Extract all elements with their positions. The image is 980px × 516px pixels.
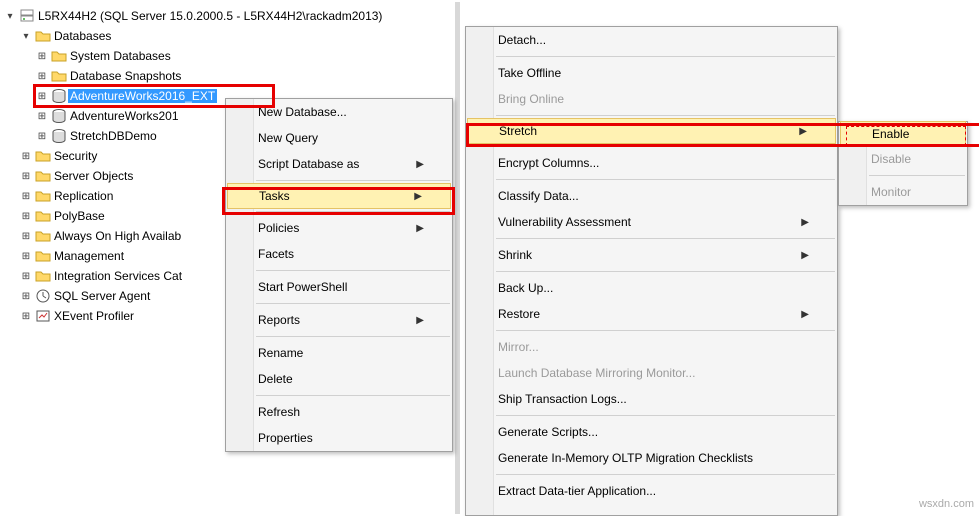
menu-separator (496, 474, 835, 475)
expand-icon[interactable]: ⊞ (18, 308, 34, 324)
menu-new-database[interactable]: New Database... (226, 99, 452, 125)
expand-icon[interactable]: ⊞ (34, 88, 50, 104)
menu-restore[interactable]: Restore▶ (466, 301, 837, 327)
menu-ship-transaction-logs[interactable]: Ship Transaction Logs... (466, 386, 837, 412)
menu-separator (869, 175, 965, 176)
menu-separator (256, 270, 450, 271)
folder-icon (50, 48, 68, 64)
submenu-arrow-icon: ▶ (801, 250, 809, 261)
folder-icon (50, 68, 68, 84)
folder-icon (34, 208, 52, 224)
submenu-arrow-icon: ▶ (799, 126, 807, 137)
submenu-arrow-icon: ▶ (414, 191, 422, 202)
folder-icon (34, 268, 52, 284)
menu-encrypt-columns[interactable]: Encrypt Columns... (466, 150, 837, 176)
menu-separator (256, 211, 450, 212)
menu-separator (496, 330, 835, 331)
menu-refresh[interactable]: Refresh (226, 399, 452, 425)
tasks-submenu: Detach... Take Offline Bring Online Stre… (465, 26, 838, 516)
menu-separator (256, 395, 450, 396)
selected-database-label: AdventureWorks2016_EXT (68, 89, 217, 103)
menu-generate-oltp-checklists[interactable]: Generate In-Memory OLTP Migration Checkl… (466, 445, 837, 471)
folder-icon (34, 28, 52, 44)
server-icon (18, 8, 36, 24)
expand-icon[interactable]: ⊞ (18, 228, 34, 244)
menu-separator (496, 415, 835, 416)
menu-reports[interactable]: Reports▶ (226, 307, 452, 333)
menu-separator (256, 180, 450, 181)
menu-bring-online: Bring Online (466, 86, 837, 112)
menu-properties[interactable]: Properties (226, 425, 452, 451)
folder-icon (34, 228, 52, 244)
database-context-menu: New Database... New Query Script Databas… (225, 98, 453, 452)
menu-separator (256, 336, 450, 337)
menu-launch-mirroring-monitor: Launch Database Mirroring Monitor... (466, 360, 837, 386)
server-node[interactable]: ▾ L5RX44H2 (SQL Server 15.0.2000.5 - L5R… (2, 6, 455, 26)
submenu-arrow-icon: ▶ (801, 309, 809, 320)
menu-separator (256, 303, 450, 304)
menu-rename[interactable]: Rename (226, 340, 452, 366)
menu-start-powershell[interactable]: Start PowerShell (226, 274, 452, 300)
menu-separator (496, 238, 835, 239)
watermark: wsxdn.com (919, 498, 974, 510)
expand-icon[interactable]: ⊞ (18, 248, 34, 264)
agent-icon (34, 288, 52, 304)
stretch-submenu: Enable Disable Monitor (838, 121, 968, 206)
databases-node[interactable]: ▾ Databases (2, 26, 455, 46)
menu-delete[interactable]: Delete (226, 366, 452, 392)
menu-facets[interactable]: Facets (226, 241, 452, 267)
database-icon (50, 108, 68, 124)
menu-stretch[interactable]: Stretch▶ (467, 118, 836, 144)
database-icon (50, 128, 68, 144)
menu-separator (496, 146, 835, 147)
expand-icon[interactable]: ⊞ (34, 128, 50, 144)
menu-separator (496, 179, 835, 180)
expand-icon[interactable]: ⊞ (34, 68, 50, 84)
folder-icon (34, 248, 52, 264)
menu-stretch-monitor: Monitor (839, 179, 967, 205)
menu-stretch-disable: Disable (839, 146, 967, 172)
menu-shrink[interactable]: Shrink▶ (466, 242, 837, 268)
menu-stretch-enable[interactable]: Enable (840, 121, 966, 147)
menu-detach[interactable]: Detach... (466, 27, 837, 53)
folder-icon (34, 148, 52, 164)
menu-take-offline[interactable]: Take Offline (466, 60, 837, 86)
database-icon (50, 88, 68, 104)
menu-classify-data[interactable]: Classify Data... (466, 183, 837, 209)
menu-generate-scripts[interactable]: Generate Scripts... (466, 419, 837, 445)
expand-icon[interactable]: ⊞ (34, 48, 50, 64)
submenu-arrow-icon: ▶ (416, 315, 424, 326)
menu-separator (496, 56, 835, 57)
expand-icon[interactable]: ⊞ (18, 148, 34, 164)
menu-policies[interactable]: Policies▶ (226, 215, 452, 241)
menu-new-query[interactable]: New Query (226, 125, 452, 151)
menu-script-database-as[interactable]: Script Database as▶ (226, 151, 452, 177)
submenu-arrow-icon: ▶ (801, 217, 809, 228)
expand-icon[interactable]: ⊞ (18, 188, 34, 204)
menu-separator (496, 271, 835, 272)
menu-vulnerability-assessment[interactable]: Vulnerability Assessment▶ (466, 209, 837, 235)
folder-icon (34, 168, 52, 184)
menu-mirror: Mirror... (466, 334, 837, 360)
database-snapshots-node[interactable]: ⊞ Database Snapshots (2, 66, 455, 86)
expand-icon[interactable]: ⊞ (18, 268, 34, 284)
menu-tasks[interactable]: Tasks▶ (227, 183, 451, 209)
xevent-icon (34, 308, 52, 324)
system-databases-node[interactable]: ⊞ System Databases (2, 46, 455, 66)
expand-icon[interactable]: ⊞ (18, 208, 34, 224)
menu-separator (496, 115, 835, 116)
expand-icon[interactable]: ⊞ (34, 108, 50, 124)
submenu-arrow-icon: ▶ (416, 159, 424, 170)
expand-icon[interactable]: ⊞ (18, 288, 34, 304)
databases-label: Databases (52, 29, 111, 43)
server-label: L5RX44H2 (SQL Server 15.0.2000.5 - L5RX4… (36, 9, 382, 23)
submenu-arrow-icon: ▶ (416, 223, 424, 234)
menu-extract-data-tier[interactable]: Extract Data-tier Application... (466, 478, 837, 504)
expand-icon[interactable]: ⊞ (18, 168, 34, 184)
menu-back-up[interactable]: Back Up... (466, 275, 837, 301)
folder-icon (34, 188, 52, 204)
